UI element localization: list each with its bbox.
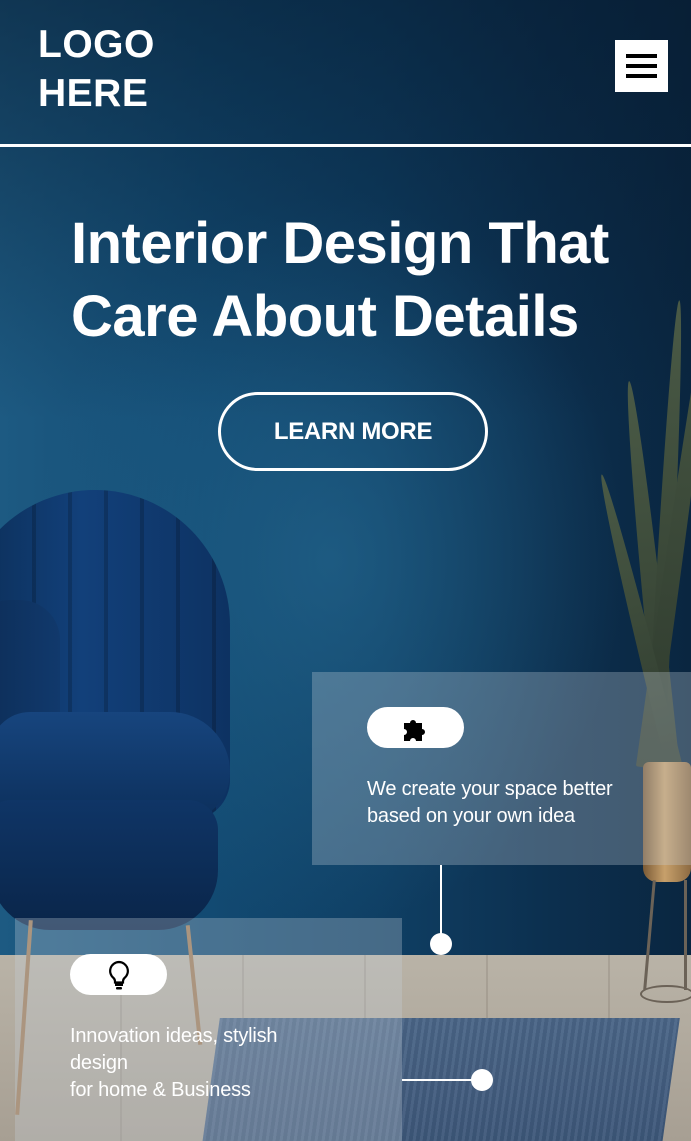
- hamburger-menu-icon: [626, 54, 657, 58]
- hero-title: Interior Design That Care About Details: [71, 211, 609, 349]
- connector-dot: [430, 933, 452, 955]
- connector-dot: [471, 1069, 493, 1091]
- puzzle-piece-icon: [403, 719, 425, 741]
- feature-text: We create your space better based on you…: [367, 778, 613, 827]
- connector-line: [402, 1079, 474, 1081]
- connector-line: [440, 865, 442, 937]
- hamburger-menu-button[interactable]: [615, 40, 668, 92]
- logo[interactable]: LOGO HERE: [38, 20, 155, 118]
- armchair-front: [0, 800, 218, 930]
- lightbulb-icon: [108, 960, 129, 989]
- feature-text: Innovation ideas, stylish design for hom…: [70, 1025, 278, 1101]
- learn-more-button[interactable]: LEARN MORE: [218, 392, 488, 471]
- feature-card: Innovation ideas, stylish design for hom…: [15, 918, 402, 1141]
- feature-card: We create your space better based on you…: [312, 672, 691, 865]
- feature-icon-badge: [70, 954, 167, 995]
- feature-icon-badge: [367, 707, 464, 748]
- site-header: LOGO HERE: [0, 0, 691, 147]
- plant-stand: [640, 985, 691, 1003]
